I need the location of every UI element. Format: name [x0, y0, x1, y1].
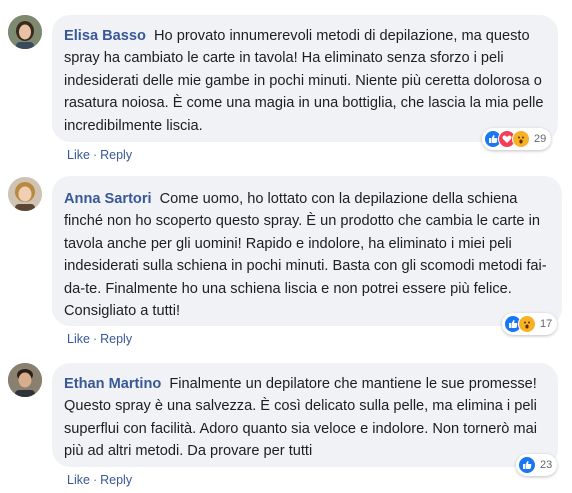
separator: · [92, 148, 98, 162]
comment-bubble: Elisa Basso Ho provato innumerevoli meto… [52, 15, 558, 142]
comment-text: Come uomo, ho lottato con la depilazione… [64, 191, 547, 320]
reply-link[interactable]: Reply [100, 148, 132, 162]
reaction-summary[interactable]: 17 [502, 313, 558, 335]
like-link[interactable]: Like [67, 332, 90, 346]
like-link[interactable]: Like [67, 473, 90, 487]
reaction-summary[interactable]: 23 [516, 454, 558, 476]
comment-author[interactable]: Anna Sartori [64, 191, 152, 207]
comment-author[interactable]: Elisa Basso [64, 28, 146, 44]
separator: · [92, 332, 98, 346]
reaction-summary[interactable]: 29 [482, 128, 552, 150]
wow-icon [512, 130, 530, 148]
comment-author[interactable]: Ethan Martino [64, 376, 161, 392]
reaction-count: 29 [534, 133, 547, 145]
avatar[interactable] [8, 363, 42, 397]
like-icon [518, 456, 536, 474]
avatar[interactable] [8, 15, 42, 49]
comment-actions: Like · Reply [67, 473, 132, 487]
comment-actions: Like · Reply [67, 332, 132, 346]
reaction-count: 17 [540, 318, 553, 330]
comment-actions: Like · Reply [67, 148, 132, 162]
reply-link[interactable]: Reply [100, 332, 132, 346]
reply-link[interactable]: Reply [100, 473, 132, 487]
wow-icon [518, 315, 536, 333]
like-link[interactable]: Like [67, 148, 90, 162]
reaction-count: 23 [540, 459, 553, 471]
comment-bubble: Anna Sartori Come uomo, ho lottato con l… [52, 176, 562, 326]
comment-bubble: Ethan Martino Finalmente un depilatore c… [52, 363, 558, 467]
separator: · [92, 473, 98, 487]
avatar[interactable] [8, 177, 42, 211]
